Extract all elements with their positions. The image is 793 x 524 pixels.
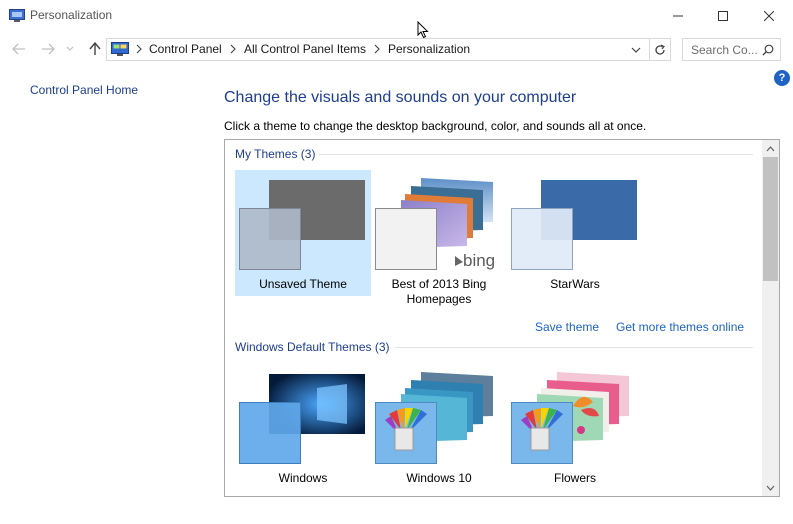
window-title: Personalization	[30, 8, 113, 22]
windows10-theme-thumbnail	[375, 372, 493, 464]
refresh-button[interactable]	[650, 38, 671, 61]
chevron-down-icon	[66, 46, 74, 51]
back-button[interactable]	[8, 39, 30, 59]
search-placeholder: Search Co...	[691, 43, 758, 57]
title-bar: Personalization	[0, 0, 793, 31]
scroll-down-icon	[766, 485, 775, 491]
control-panel-home-link[interactable]: Control Panel Home	[30, 83, 138, 97]
my-themes-header[interactable]: My Themes (3)	[235, 147, 315, 161]
close-icon	[764, 10, 774, 21]
recent-locations-button[interactable]	[63, 39, 77, 59]
theme-label: Windows 10	[406, 471, 472, 485]
flowers-theme-thumbnail	[511, 372, 629, 464]
scroll-up-button[interactable]	[762, 140, 779, 157]
theme-windows[interactable]: Windows	[235, 364, 371, 490]
unsaved-theme-thumbnail	[239, 180, 365, 270]
maximize-button[interactable]	[700, 0, 746, 31]
scroll-thumb[interactable]	[763, 157, 778, 281]
breadcrumb-separator-icon	[230, 44, 236, 54]
search-box[interactable]: Search Co...	[682, 38, 781, 61]
theme-label: StarWars	[550, 277, 600, 291]
divider	[319, 154, 753, 155]
scroll-up-icon	[766, 145, 775, 151]
bing-logo: bing	[463, 251, 495, 270]
address-dropdown-icon[interactable]	[630, 44, 642, 56]
breadcrumb-personalization[interactable]: Personalization	[388, 42, 470, 56]
page-description: Click a theme to change the desktop back…	[224, 119, 647, 133]
scroll-down-button[interactable]	[762, 479, 779, 496]
get-more-themes-link[interactable]: Get more themes online	[616, 320, 744, 334]
windows-theme-thumbnail	[239, 374, 365, 464]
close-button[interactable]	[746, 0, 792, 31]
theme-label: Best of 2013 Bing Homepages	[391, 277, 487, 306]
forward-arrow-icon	[42, 43, 55, 55]
vertical-scrollbar[interactable]	[762, 140, 779, 496]
bing-theme-thumbnail: bing	[375, 178, 495, 270]
up-arrow-icon	[89, 42, 101, 55]
theme-windows-10[interactable]: Windows 10	[371, 364, 507, 490]
breadcrumb-control-panel[interactable]: Control Panel	[149, 42, 222, 56]
save-theme-link[interactable]: Save theme	[535, 320, 599, 334]
control-panel-icon	[111, 42, 129, 56]
refresh-icon	[655, 43, 665, 55]
maximize-icon	[718, 10, 728, 21]
theme-flowers[interactable]: Flowers	[507, 364, 643, 490]
minimize-button[interactable]	[655, 0, 701, 31]
theme-unsaved[interactable]: Unsaved Theme	[235, 170, 371, 296]
forward-button[interactable]	[37, 39, 59, 59]
up-button[interactable]	[84, 39, 106, 59]
personalization-icon	[9, 9, 25, 22]
theme-label: Windows	[278, 471, 328, 485]
theme-label: Flowers	[553, 471, 596, 485]
breadcrumb-all-items[interactable]: All Control Panel Items	[244, 42, 366, 56]
theme-label: Unsaved Theme	[259, 277, 347, 291]
search-icon	[762, 44, 774, 56]
default-themes-header[interactable]: Windows Default Themes (3)	[235, 340, 390, 354]
breadcrumb-separator-icon	[374, 44, 380, 54]
minimize-icon	[673, 15, 683, 16]
page-title: Change the visuals and sounds on your co…	[224, 89, 577, 106]
help-icon[interactable]: ?	[774, 70, 790, 86]
address-bar[interactable]: Control Panel All Control Panel Items Pe…	[106, 38, 650, 61]
starwars-theme-thumbnail	[511, 180, 637, 270]
themes-panel: My Themes (3) Unsaved Theme bing Best of…	[224, 139, 780, 497]
mouse-cursor-icon	[417, 21, 429, 39]
back-arrow-icon	[12, 43, 25, 55]
divider	[395, 347, 753, 348]
breadcrumb-separator-icon	[136, 44, 142, 54]
theme-bing-2013[interactable]: bing Best of 2013 Bing Homepages	[371, 170, 507, 306]
theme-starwars[interactable]: StarWars	[507, 170, 643, 296]
